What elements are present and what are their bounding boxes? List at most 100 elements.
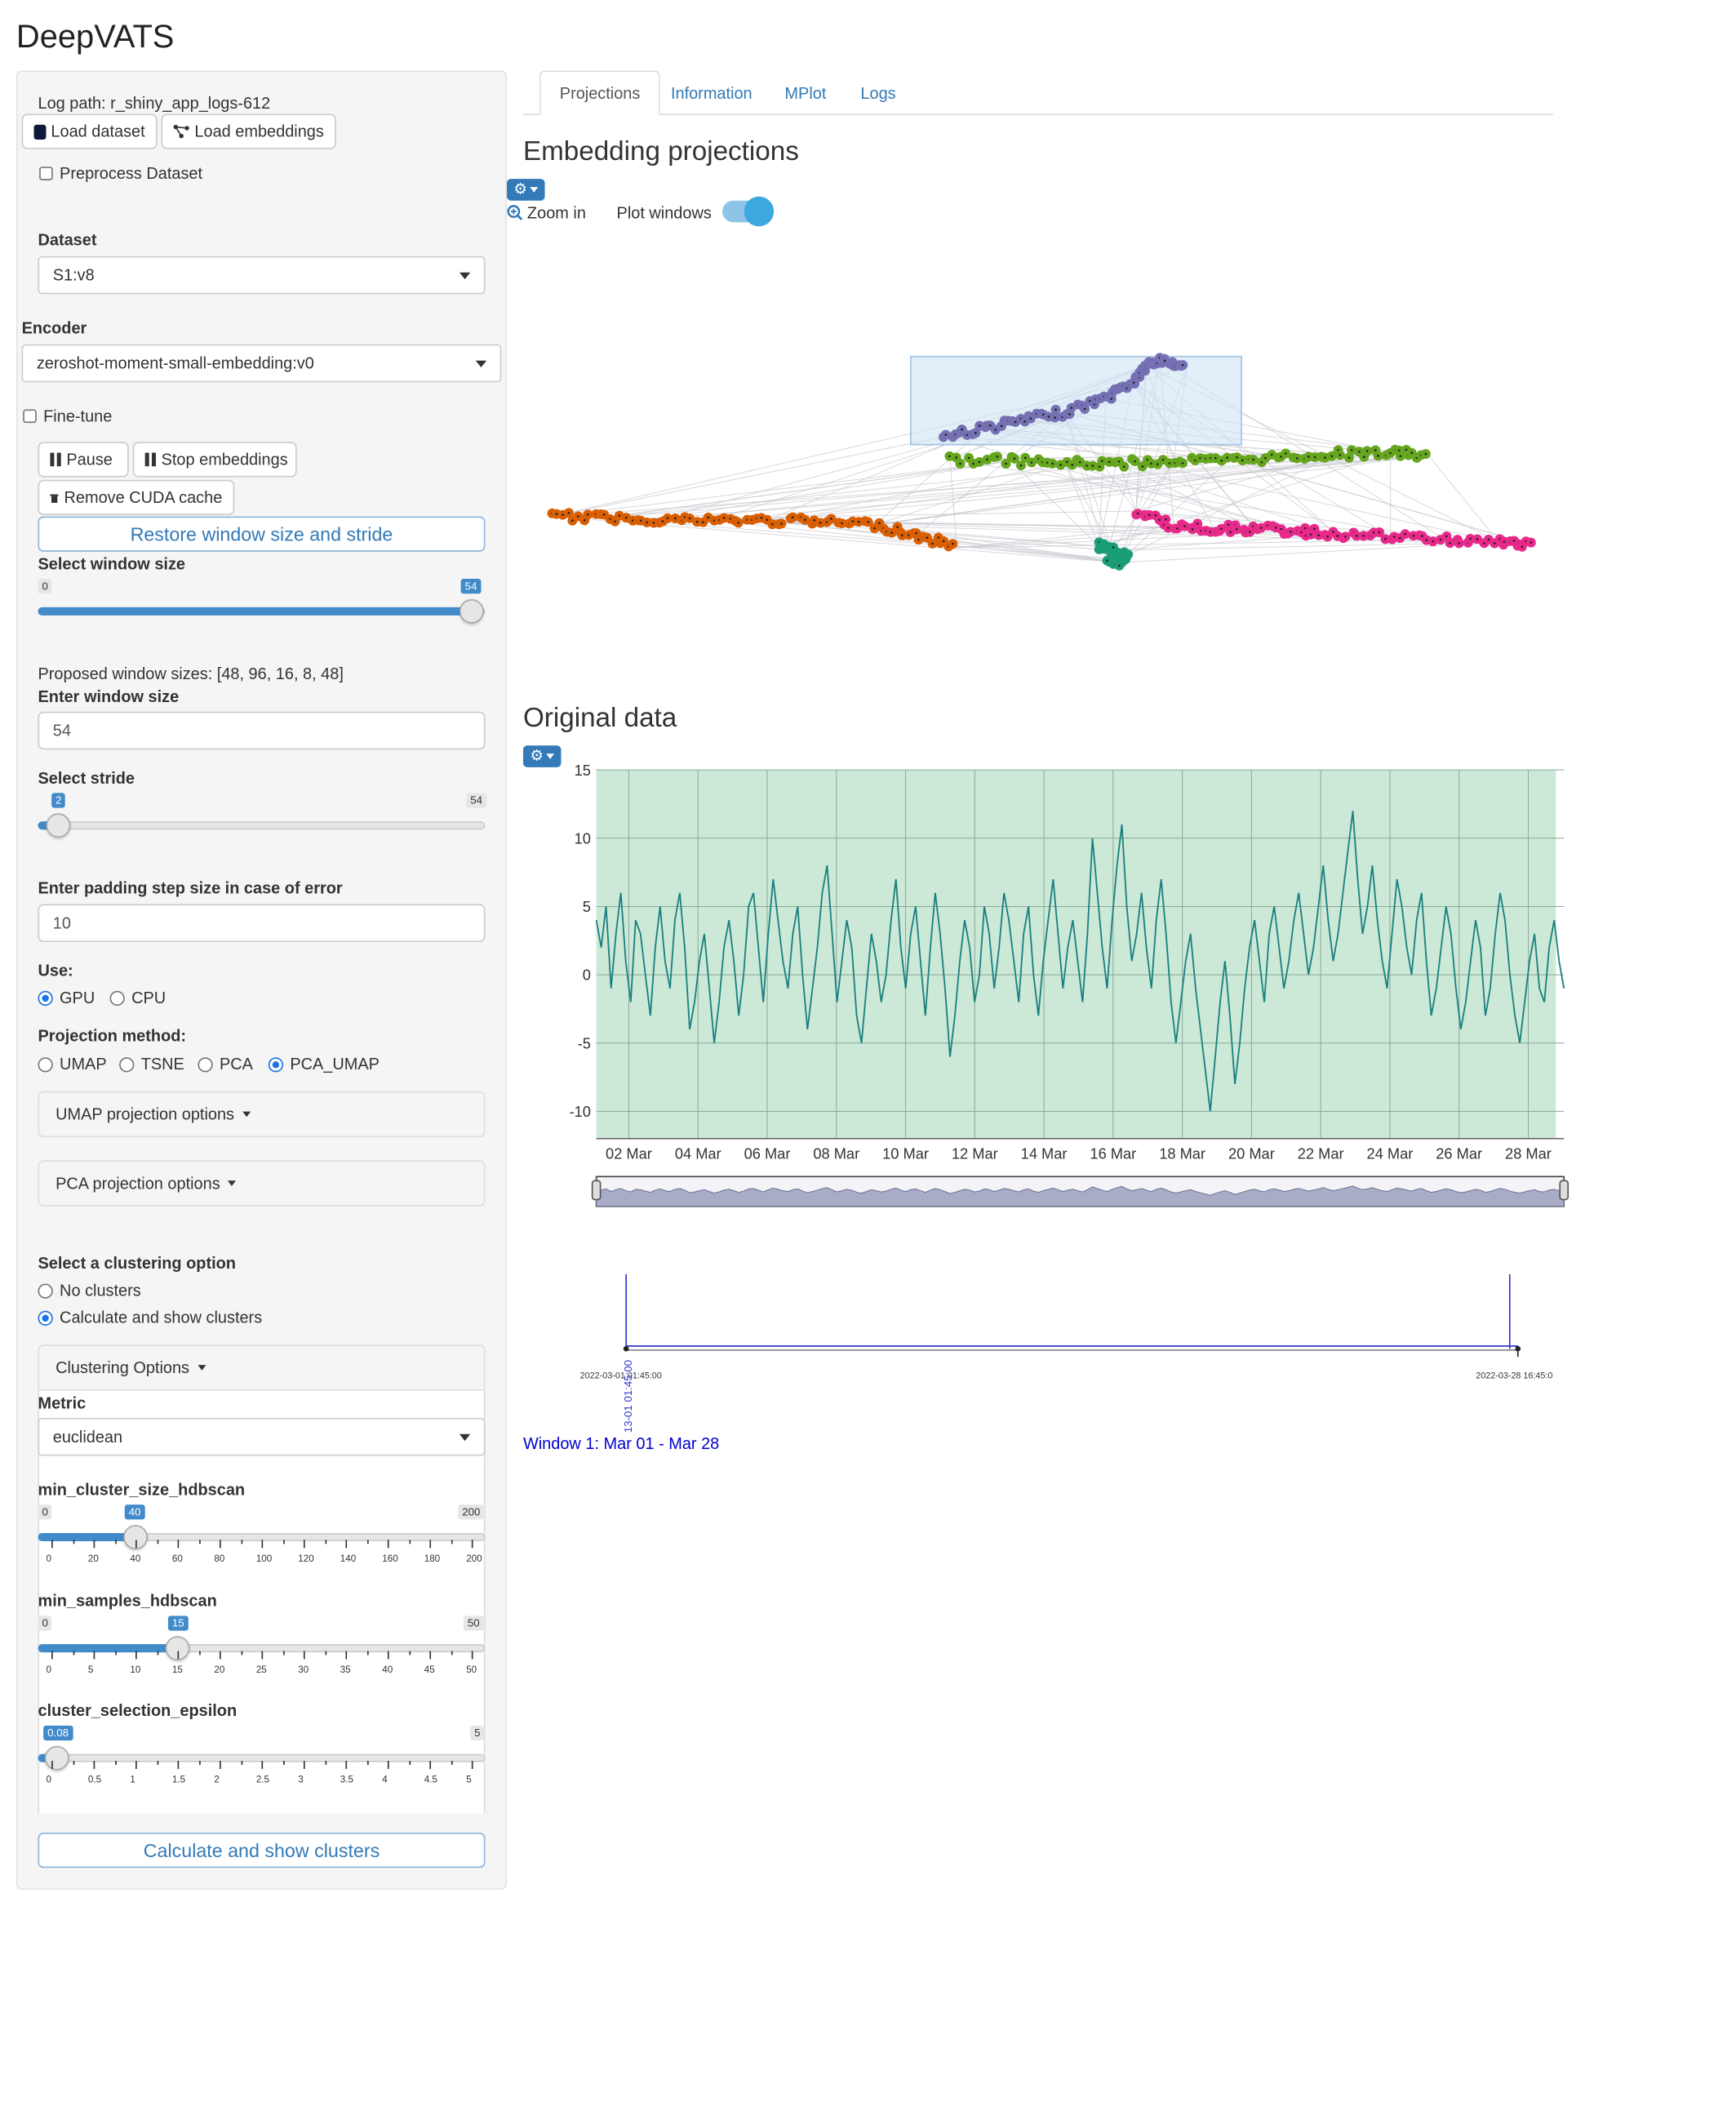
radio-gpu[interactable] xyxy=(38,989,53,1006)
chevron-down-icon xyxy=(459,1433,471,1441)
proj-tsne-option[interactable]: TSNE xyxy=(119,1055,184,1073)
proj-pca-option[interactable]: PCA xyxy=(198,1055,253,1073)
proj-umap-option[interactable]: UMAP xyxy=(38,1055,107,1073)
projection-point-center xyxy=(1106,559,1108,562)
projection-point-center xyxy=(1530,541,1533,544)
radio-pca-umap[interactable] xyxy=(268,1056,284,1072)
slider-tick xyxy=(345,1540,348,1549)
finetune-checkbox[interactable] xyxy=(23,409,37,424)
projection-point-center xyxy=(1270,453,1273,456)
gear-icon: ⚙ xyxy=(513,180,527,198)
projection-point-center xyxy=(867,521,870,523)
y-tick-label: 5 xyxy=(583,898,591,915)
slider-tick-label: 100 xyxy=(255,1554,273,1565)
slider-minor-tick xyxy=(324,1540,326,1544)
tab-projections[interactable]: Projections xyxy=(539,70,661,116)
x-tick-label: 22 Mar xyxy=(1298,1145,1344,1162)
epsilon-slider[interactable]: 0.08 5 0 0.5 1 1.5 2 2.5 3 3.5 4 4.5 5 xyxy=(38,1725,486,1791)
slider-minor-tick xyxy=(240,1540,242,1544)
projection-point-center xyxy=(986,458,988,461)
no-clusters-option[interactable]: No clusters xyxy=(38,1281,141,1300)
projection-point-center xyxy=(994,429,997,431)
y-tick-label: -5 xyxy=(578,1034,591,1051)
plot-windows-toggle[interactable] xyxy=(722,196,775,227)
min-samples-slider[interactable]: 0 15 50 0 5 10 15 20 25 30 35 40 45 50 xyxy=(38,1616,486,1681)
range-handle-right[interactable] xyxy=(1559,1180,1570,1201)
radio-cpu[interactable] xyxy=(109,989,125,1006)
slider-tick xyxy=(93,1760,95,1769)
slider-handle[interactable] xyxy=(459,598,484,624)
projection-point-center xyxy=(1248,531,1251,533)
stride-slider[interactable]: 2 54 xyxy=(38,793,486,842)
padding-input[interactable]: 10 xyxy=(38,904,486,943)
slider-ticks: 0 0.5 1 1.5 2 2.5 3 3.5 4 4.5 5 xyxy=(46,1760,473,1791)
umap-options-toggle[interactable]: UMAP projection options xyxy=(38,1091,486,1138)
window-range-label[interactable]: Window 1: Mar 01 - Mar 28 xyxy=(523,1434,719,1453)
cpu-label: CPU xyxy=(131,988,166,1007)
calc-clusters-option[interactable]: Calculate and show clusters xyxy=(38,1308,262,1327)
projection-point-center xyxy=(1378,531,1381,534)
clustering-options-toggle[interactable]: Clustering Options xyxy=(38,1344,486,1391)
radio-pca[interactable] xyxy=(198,1056,213,1072)
calculate-clusters-button[interactable]: Calculate and show clusters xyxy=(38,1832,486,1869)
min-cluster-slider[interactable]: 0 40 200 0 20 40 60 80 100 120 140 160 180 200 xyxy=(38,1504,486,1570)
original-data-chart[interactable]: 15 10 5 0 -5 -10 02 Mar 04 Mar 06 Mar 08 Mar 10 Ma… xyxy=(523,759,1580,1220)
radio-no-clusters[interactable] xyxy=(38,1282,53,1298)
enter-window-label: Enter window size xyxy=(38,687,180,707)
projection-point-center xyxy=(857,520,860,523)
stride-label: Select stride xyxy=(38,768,135,788)
pca-options-toggle[interactable]: PCA projection options xyxy=(38,1160,486,1207)
tab-mplot[interactable]: MPlot xyxy=(766,70,845,115)
projection-settings-button[interactable]: ⚙ xyxy=(507,179,545,201)
tab-logs[interactable]: Logs xyxy=(841,70,915,115)
projection-point-center xyxy=(1099,465,1101,469)
projection-point-center xyxy=(1336,535,1339,537)
slider-tick xyxy=(177,1760,180,1769)
projection-point-center xyxy=(780,522,783,525)
slider-tick-label: 4.5 xyxy=(424,1776,437,1785)
window-size-input[interactable]: 54 xyxy=(38,711,486,750)
encoder-select[interactable]: zeroshot-moment-small-embedding:v0 xyxy=(21,344,502,383)
tab-information[interactable]: Information xyxy=(652,70,771,115)
range-handle-left[interactable] xyxy=(591,1180,602,1201)
slider-tick-label: 20 xyxy=(87,1554,99,1565)
load-dataset-button[interactable]: Load dataset xyxy=(21,113,158,149)
pause-button[interactable]: Pause xyxy=(38,442,129,478)
slider-handle[interactable] xyxy=(46,813,71,838)
slider-tick xyxy=(471,1760,473,1769)
proj-pca-umap-option[interactable]: PCA_UMAP xyxy=(268,1055,380,1073)
stop-embeddings-button[interactable]: Stop embeddings xyxy=(132,442,297,478)
projection-point-center xyxy=(1181,462,1184,464)
pca-options-label: PCA projection options xyxy=(55,1173,220,1193)
projection-point-center xyxy=(571,519,574,522)
load-dataset-label: Load dataset xyxy=(51,122,145,141)
tsne-label: TSNE xyxy=(140,1054,184,1074)
plot-windows-label: Plot windows xyxy=(616,203,712,223)
zoom-in-control[interactable]: Zoom in xyxy=(507,203,586,222)
slider-tick-label: 5 xyxy=(466,1776,472,1785)
dataset-select[interactable]: S1:v8 xyxy=(38,256,486,295)
projection-point-center xyxy=(873,527,876,530)
preprocess-checkbox[interactable] xyxy=(39,167,53,180)
projection-point-center xyxy=(688,517,691,520)
projection-point-center xyxy=(1132,381,1135,384)
use-gpu-option[interactable]: GPU xyxy=(38,989,95,1007)
radio-umap[interactable] xyxy=(38,1056,53,1072)
remove-cuda-button[interactable]: Remove CUDA cache xyxy=(38,479,235,515)
projection-point-center xyxy=(1284,452,1287,455)
window-size-slider[interactable]: 0 54 xyxy=(38,579,486,628)
embedding-projection-plot[interactable] xyxy=(523,326,1567,597)
projection-point-center xyxy=(1487,538,1490,541)
radio-calc-clusters[interactable] xyxy=(38,1309,53,1326)
projection-point-center xyxy=(576,515,579,518)
slider-tick xyxy=(135,1760,137,1769)
caret-down-icon xyxy=(530,187,539,193)
metric-select[interactable]: euclidean xyxy=(38,1417,486,1456)
use-cpu-option[interactable]: CPU xyxy=(109,988,166,1007)
x-tick-label: 18 Mar xyxy=(1159,1145,1205,1162)
metric-label: Metric xyxy=(38,1393,87,1413)
radio-tsne[interactable] xyxy=(119,1056,135,1072)
restore-window-button[interactable]: Restore window size and stride xyxy=(38,516,486,552)
projection-point-center xyxy=(1117,460,1121,463)
load-embeddings-button[interactable]: Load embeddings xyxy=(161,113,336,149)
